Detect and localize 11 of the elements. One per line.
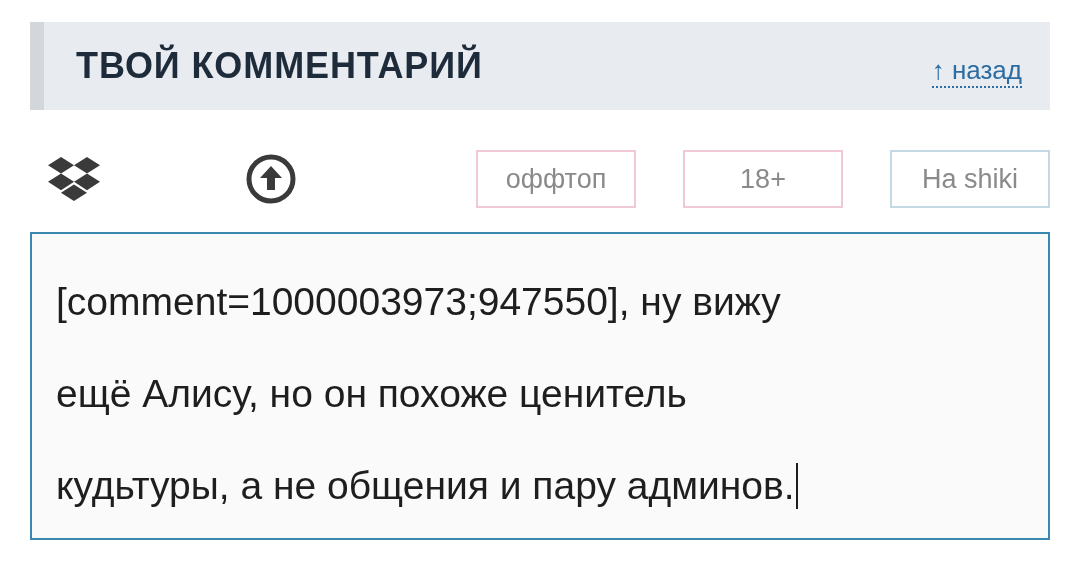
tag-button[interactable]: 18+ [683, 150, 843, 208]
upload-icon[interactable] [245, 153, 297, 205]
tag-button[interactable]: оффтоп [476, 150, 636, 208]
comment-text-line: [comment=1000003973;947550], ну вижу [56, 279, 782, 325]
text-cursor [795, 463, 798, 509]
comment-text-line: кудьтуры, а не общения и пару админов. [56, 440, 1048, 532]
section-title: ТВОЙ КОММЕНТАРИЙ [76, 43, 483, 88]
comment-text-line: ещё Алису, но он похоже ценитель [56, 371, 688, 417]
tag-button[interactable]: На shiki [890, 150, 1050, 208]
back-link[interactable]: ↑ назад [931, 53, 1022, 89]
comment-input-field[interactable]: [comment=1000003973;947550], ну вижу ещё Алису, но он похоже ценитель кудьтуры, а не общения и пару админов. [30, 232, 1050, 540]
